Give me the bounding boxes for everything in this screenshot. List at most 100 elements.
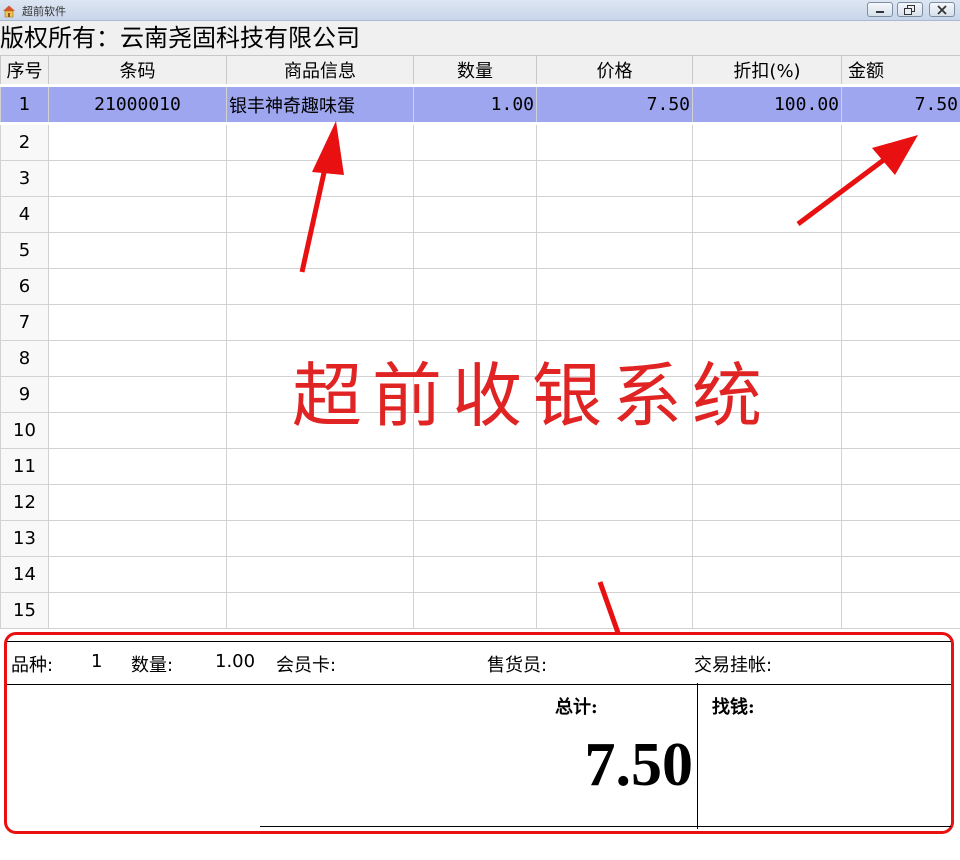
row-amount[interactable] xyxy=(841,123,960,161)
row-discount[interactable] xyxy=(692,304,842,341)
table-row[interactable]: 2 xyxy=(0,123,960,161)
row-amount[interactable] xyxy=(841,268,960,305)
row-price[interactable] xyxy=(536,520,693,557)
row-barcode[interactable] xyxy=(48,304,227,341)
row-discount[interactable] xyxy=(692,592,842,629)
row-seq[interactable]: 15 xyxy=(0,592,49,629)
row-barcode[interactable] xyxy=(48,556,227,593)
header-amount[interactable]: 金额 xyxy=(841,55,960,86)
row-product-name[interactable] xyxy=(226,592,414,629)
row-price[interactable] xyxy=(536,196,693,233)
row-product-name[interactable] xyxy=(226,304,414,341)
row-price[interactable] xyxy=(536,484,693,521)
row-price[interactable] xyxy=(536,448,693,485)
row-price[interactable] xyxy=(536,268,693,305)
row-quantity[interactable] xyxy=(413,160,537,197)
row-amount[interactable] xyxy=(841,304,960,341)
row-amount[interactable] xyxy=(841,412,960,449)
row-barcode[interactable]: 21000010 xyxy=(48,84,227,125)
row-barcode[interactable] xyxy=(48,412,227,449)
row-product-name[interactable] xyxy=(226,520,414,557)
row-product-name[interactable] xyxy=(226,232,414,269)
row-discount[interactable] xyxy=(692,196,842,233)
row-discount[interactable] xyxy=(692,268,842,305)
hold-transaction-label[interactable]: 交易挂帐: xyxy=(694,651,772,677)
row-discount[interactable] xyxy=(692,123,842,161)
row-discount[interactable]: 100.00 xyxy=(692,84,842,125)
row-price[interactable] xyxy=(536,232,693,269)
table-row[interactable]: 1 21000010 银丰神奇趣味蛋 1.00 7.50 100.00 7.50 xyxy=(0,84,960,125)
row-amount[interactable] xyxy=(841,196,960,233)
row-amount[interactable] xyxy=(841,376,960,413)
row-amount[interactable] xyxy=(841,484,960,521)
row-quantity[interactable] xyxy=(413,484,537,521)
row-product-name[interactable] xyxy=(226,448,414,485)
row-barcode[interactable] xyxy=(48,268,227,305)
row-quantity[interactable] xyxy=(413,232,537,269)
row-seq[interactable]: 7 xyxy=(0,304,49,341)
row-seq[interactable]: 11 xyxy=(0,448,49,485)
table-row[interactable]: 3 xyxy=(0,160,960,197)
row-seq[interactable]: 14 xyxy=(0,556,49,593)
row-barcode[interactable] xyxy=(48,196,227,233)
row-barcode[interactable] xyxy=(48,592,227,629)
row-discount[interactable] xyxy=(692,520,842,557)
row-discount[interactable] xyxy=(692,556,842,593)
restore-button[interactable] xyxy=(897,2,923,17)
row-quantity[interactable] xyxy=(413,448,537,485)
row-seq[interactable]: 4 xyxy=(0,196,49,233)
table-row[interactable]: 4 xyxy=(0,196,960,233)
row-seq[interactable]: 3 xyxy=(0,160,49,197)
table-row[interactable]: 12 xyxy=(0,484,960,521)
row-price[interactable] xyxy=(536,592,693,629)
row-seq[interactable]: 10 xyxy=(0,412,49,449)
row-quantity[interactable]: 1.00 xyxy=(413,84,537,125)
row-product-name[interactable] xyxy=(226,484,414,521)
row-amount[interactable] xyxy=(841,520,960,557)
member-card-label[interactable]: 会员卡: xyxy=(276,651,336,677)
table-row[interactable]: 7 xyxy=(0,304,960,341)
row-seq[interactable]: 2 xyxy=(0,123,49,161)
row-product-name[interactable] xyxy=(226,196,414,233)
row-amount[interactable]: 7.50 xyxy=(841,84,960,125)
header-product-info[interactable]: 商品信息 xyxy=(226,55,414,86)
row-quantity[interactable] xyxy=(413,196,537,233)
row-amount[interactable] xyxy=(841,232,960,269)
row-price[interactable] xyxy=(536,123,693,161)
row-amount[interactable] xyxy=(841,448,960,485)
row-price[interactable] xyxy=(536,304,693,341)
row-amount[interactable] xyxy=(841,340,960,377)
row-seq[interactable]: 9 xyxy=(0,376,49,413)
row-seq[interactable]: 1 xyxy=(0,84,49,125)
row-barcode[interactable] xyxy=(48,340,227,377)
row-product-name[interactable] xyxy=(226,123,414,161)
row-product-name[interactable] xyxy=(226,268,414,305)
row-quantity[interactable] xyxy=(413,592,537,629)
header-price[interactable]: 价格 xyxy=(536,55,693,86)
row-seq[interactable]: 12 xyxy=(0,484,49,521)
header-quantity[interactable]: 数量 xyxy=(413,55,537,86)
row-barcode[interactable] xyxy=(48,160,227,197)
header-seq[interactable]: 序号 xyxy=(0,55,49,86)
row-quantity[interactable] xyxy=(413,556,537,593)
row-seq[interactable]: 6 xyxy=(0,268,49,305)
row-product-name[interactable] xyxy=(226,556,414,593)
header-discount[interactable]: 折扣(%) xyxy=(692,55,842,86)
row-barcode[interactable] xyxy=(48,448,227,485)
row-price[interactable]: 7.50 xyxy=(536,84,693,125)
row-price[interactable] xyxy=(536,556,693,593)
table-row[interactable]: 13 xyxy=(0,520,960,557)
row-quantity[interactable] xyxy=(413,268,537,305)
row-discount[interactable] xyxy=(692,232,842,269)
row-seq[interactable]: 13 xyxy=(0,520,49,557)
table-row[interactable]: 15 xyxy=(0,592,960,629)
row-quantity[interactable] xyxy=(413,123,537,161)
row-barcode[interactable] xyxy=(48,376,227,413)
table-row[interactable]: 11 xyxy=(0,448,960,485)
table-row[interactable]: 14 xyxy=(0,556,960,593)
row-amount[interactable] xyxy=(841,556,960,593)
table-row[interactable]: 5 xyxy=(0,232,960,269)
close-button[interactable] xyxy=(929,2,955,17)
row-barcode[interactable] xyxy=(48,232,227,269)
row-discount[interactable] xyxy=(692,484,842,521)
